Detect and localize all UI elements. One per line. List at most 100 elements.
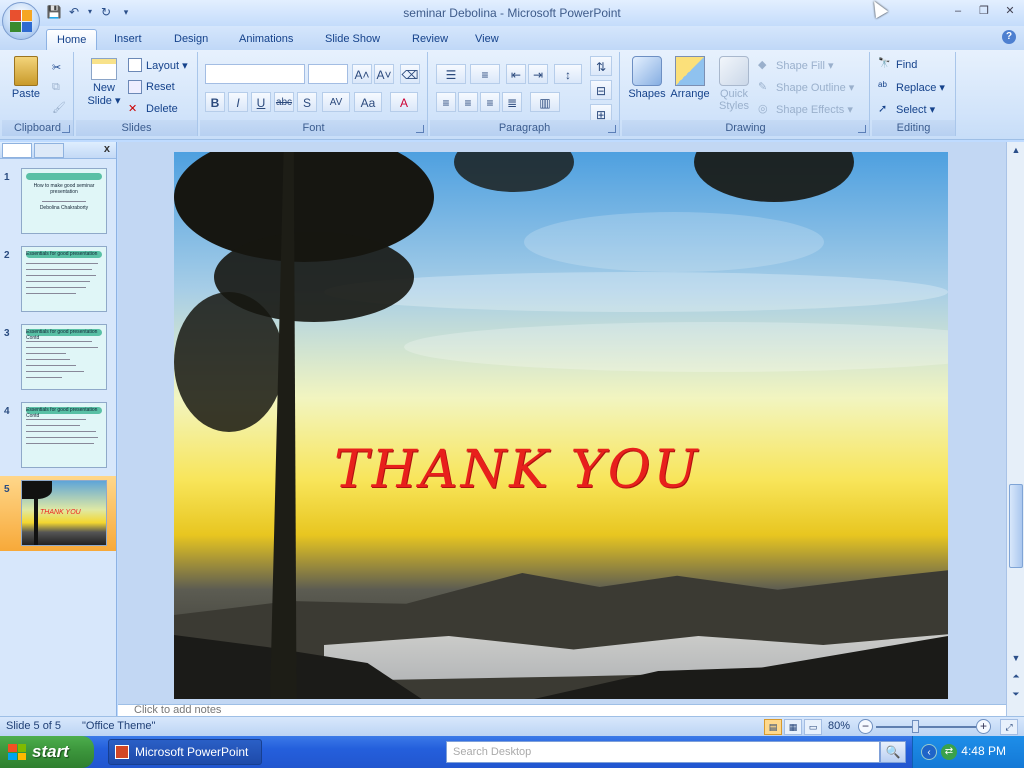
next-slide-icon[interactable]: ⏷ bbox=[1008, 686, 1024, 702]
taskbar-item-powerpoint[interactable]: Microsoft PowerPoint ... bbox=[108, 739, 262, 765]
minimize-button[interactable]: – bbox=[950, 4, 966, 18]
close-pane-icon[interactable]: x bbox=[104, 143, 110, 155]
network-icon[interactable]: ⇄ bbox=[941, 744, 957, 760]
reset-button[interactable]: Reset bbox=[128, 78, 175, 96]
format-painter-icon[interactable]: 🖌 bbox=[52, 98, 66, 116]
clipboard-launcher-icon[interactable] bbox=[62, 125, 70, 133]
slide-thumbnail-1[interactable]: 1 How to make good seminar presentation … bbox=[0, 164, 116, 239]
bullets-icon[interactable]: ☰ bbox=[436, 64, 466, 84]
outline-tab[interactable] bbox=[34, 143, 64, 158]
vertical-scrollbar[interactable]: ▲ ▼ ⏶ ⏷ bbox=[1006, 142, 1024, 716]
shrink-font-button[interactable]: A˅ bbox=[374, 64, 394, 84]
zoom-slider-knob[interactable] bbox=[912, 720, 919, 733]
tab-home[interactable]: Home bbox=[46, 29, 98, 50]
arrange-button[interactable]: Arrange bbox=[668, 56, 712, 100]
font-launcher-icon[interactable] bbox=[416, 125, 424, 133]
paste-button[interactable]: Paste bbox=[8, 56, 44, 100]
align-right-icon[interactable]: ≡ bbox=[480, 92, 500, 112]
shape-effects-button[interactable]: ◎ Shape Effects ▾ bbox=[758, 100, 853, 118]
thank-you-text[interactable]: THANK YOU bbox=[334, 440, 700, 500]
slideshow-view-icon[interactable]: ▭ bbox=[804, 719, 822, 735]
status-bar: Slide 5 of 5 "Office Theme" ▤ ▦ ▭ 80% − … bbox=[0, 716, 1024, 736]
slide-title: How to make good seminar presentation bbox=[33, 183, 95, 195]
cloud bbox=[404, 322, 948, 372]
shadow-button[interactable]: S bbox=[297, 92, 317, 112]
search-icon[interactable]: 🔍 bbox=[880, 741, 906, 763]
fit-to-window-icon[interactable]: ⤢ bbox=[1000, 719, 1018, 735]
shape-outline-button[interactable]: ✎ Shape Outline ▾ bbox=[758, 78, 854, 96]
font-size-combo[interactable] bbox=[308, 64, 348, 84]
help-icon[interactable]: ? bbox=[1002, 30, 1016, 44]
desktop-search-input[interactable]: Search Desktop bbox=[446, 741, 880, 763]
decrease-indent-icon[interactable]: ⇤ bbox=[506, 64, 526, 84]
slide-thumbnail-4[interactable]: 4 Essentials for good presentation Contd bbox=[0, 398, 116, 473]
notes-pane[interactable]: Click to add notes bbox=[118, 704, 1006, 716]
scroll-up-icon[interactable]: ▲ bbox=[1008, 142, 1024, 158]
justify-icon[interactable]: ≣ bbox=[502, 92, 522, 112]
zoom-slider[interactable] bbox=[876, 726, 976, 728]
increase-indent-icon[interactable]: ⇥ bbox=[528, 64, 548, 84]
tab-view[interactable]: View bbox=[465, 29, 509, 50]
drawing-launcher-icon[interactable] bbox=[858, 125, 866, 133]
office-button[interactable] bbox=[2, 2, 40, 40]
tab-review[interactable]: Review bbox=[402, 29, 458, 50]
slide-thumbnail-3[interactable]: 3 Essentials for good presentation Contd bbox=[0, 320, 116, 395]
slide-thumbnail-5[interactable]: 5 THANK YOU bbox=[0, 476, 116, 551]
font-color-button[interactable]: A bbox=[390, 92, 418, 112]
quick-styles-button[interactable]: Quick Styles bbox=[714, 56, 754, 112]
font-name-combo[interactable] bbox=[205, 64, 305, 84]
close-button[interactable]: ✕ bbox=[1002, 4, 1018, 18]
replace-button[interactable]: ab Replace ▾ bbox=[878, 78, 945, 96]
slides-tab[interactable] bbox=[2, 143, 32, 158]
text-direction-icon[interactable]: ⇅ bbox=[590, 56, 612, 76]
tab-design[interactable]: Design bbox=[164, 29, 218, 50]
clock[interactable]: 4:48 PM bbox=[961, 744, 1006, 758]
tab-insert[interactable]: Insert bbox=[104, 29, 152, 50]
shape-effects-label: Shape Effects ▾ bbox=[776, 103, 853, 116]
maximize-button[interactable]: ❐ bbox=[976, 4, 992, 18]
slides-group-label: Slides bbox=[76, 120, 197, 136]
find-button[interactable]: 🔭 Find bbox=[878, 56, 917, 74]
bold-button[interactable]: B bbox=[205, 92, 225, 112]
zoom-in-icon[interactable]: + bbox=[976, 719, 991, 734]
change-case-button[interactable]: Aa bbox=[354, 92, 382, 112]
scroll-down-icon[interactable]: ▼ bbox=[1008, 650, 1024, 666]
underline-button[interactable]: U bbox=[251, 92, 271, 112]
delete-button[interactable]: ✕ Delete bbox=[128, 100, 178, 118]
tray-expand-icon[interactable]: ‹ bbox=[921, 744, 937, 760]
normal-view-icon[interactable]: ▤ bbox=[764, 719, 782, 735]
align-left-icon[interactable]: ≡ bbox=[436, 92, 456, 112]
grow-font-button[interactable]: A˄ bbox=[352, 64, 372, 84]
numbering-icon[interactable]: ≡ bbox=[470, 64, 500, 84]
cut-icon[interactable]: ✂ bbox=[52, 58, 61, 76]
paragraph-launcher-icon[interactable] bbox=[608, 125, 616, 133]
columns-icon[interactable]: ▥ bbox=[530, 92, 560, 112]
clear-formatting-icon[interactable]: ⌫ bbox=[400, 64, 420, 84]
shape-fill-button[interactable]: ◆ Shape Fill ▾ bbox=[758, 56, 834, 74]
scroll-thumb[interactable] bbox=[1009, 484, 1023, 568]
shape-fill-icon: ◆ bbox=[758, 59, 767, 71]
tab-slide-show[interactable]: Slide Show bbox=[315, 29, 390, 50]
slide-sorter-icon[interactable]: ▦ bbox=[784, 719, 802, 735]
paragraph-group: ☰ ≡ ⇤ ⇥ ↕ ⇅ ≡ ≡ ≡ ≣ ▥ ⊟ ⊞ Paragraph bbox=[430, 52, 620, 136]
cloud bbox=[524, 212, 824, 272]
zoom-out-icon[interactable]: − bbox=[858, 719, 873, 734]
zoom-level[interactable]: 80% bbox=[828, 720, 850, 732]
copy-icon[interactable]: ⧉ bbox=[52, 78, 60, 96]
align-text-icon[interactable]: ⊟ bbox=[590, 80, 612, 100]
strikethrough-button[interactable]: abc bbox=[274, 92, 294, 112]
char-spacing-button[interactable]: AV bbox=[322, 92, 350, 112]
start-button[interactable]: start bbox=[0, 736, 94, 768]
layout-button[interactable]: Layout ▾ bbox=[128, 56, 188, 74]
tab-animations[interactable]: Animations bbox=[229, 29, 303, 50]
new-slide-button[interactable]: New Slide ▾ bbox=[84, 58, 124, 107]
shapes-button[interactable]: Shapes bbox=[626, 56, 668, 100]
previous-slide-icon[interactable]: ⏶ bbox=[1008, 668, 1024, 684]
text-line bbox=[26, 443, 94, 444]
italic-button[interactable]: I bbox=[228, 92, 248, 112]
select-button[interactable]: ➚ Select ▾ bbox=[878, 100, 935, 118]
line-spacing-icon[interactable]: ↕ bbox=[554, 64, 582, 84]
align-center-icon[interactable]: ≡ bbox=[458, 92, 478, 112]
slide-canvas[interactable]: THANK YOU bbox=[174, 152, 948, 699]
slide-thumbnail-2[interactable]: 2 Essentials for good presentation bbox=[0, 242, 116, 317]
